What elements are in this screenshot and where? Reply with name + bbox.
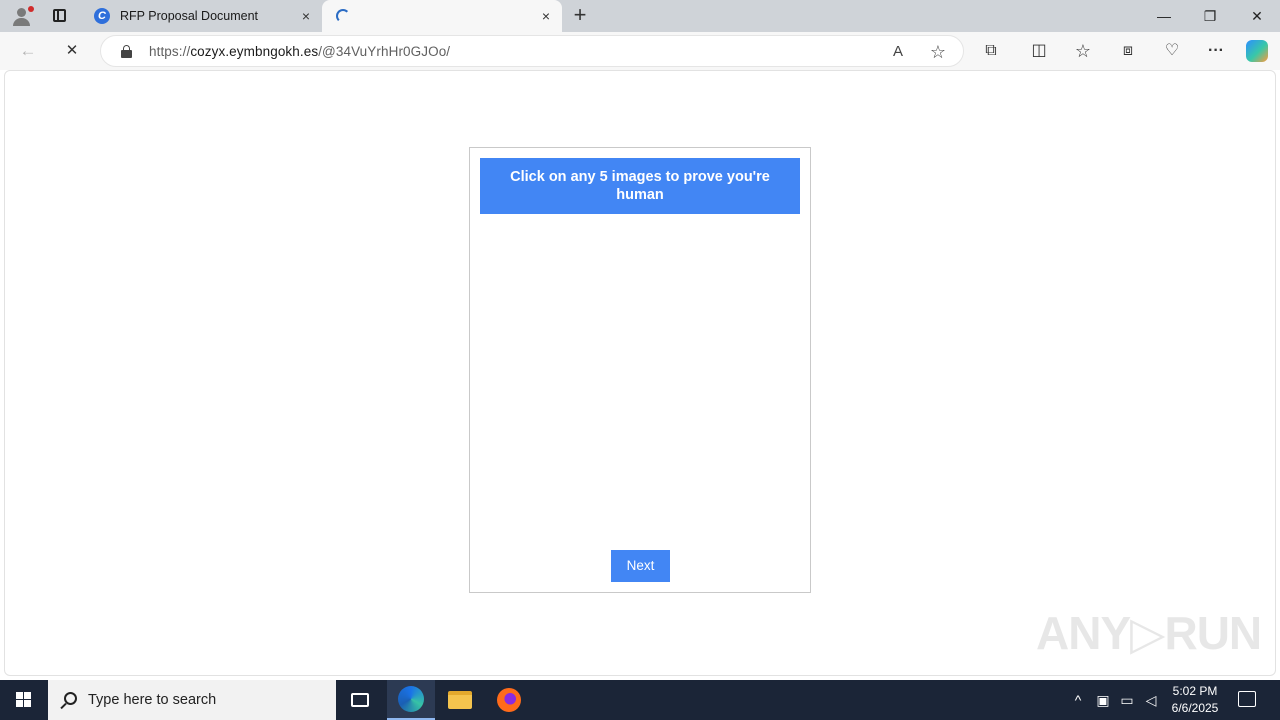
search-input[interactable]: Type here to search [88, 692, 216, 708]
task-view-icon [351, 693, 369, 707]
site-favicon-icon: C [94, 8, 110, 24]
restore-button[interactable]: ❐ [1196, 4, 1224, 28]
folder-icon [448, 691, 472, 709]
anyrun-watermark: ANY▷RUN [1036, 607, 1262, 659]
tab-actions-icon[interactable] [48, 6, 72, 26]
lock-icon[interactable] [121, 45, 132, 58]
search-icon [64, 692, 77, 705]
extensions-icon[interactable]: ⧉ [978, 40, 1004, 62]
task-view-button[interactable] [336, 680, 384, 720]
firefox-button[interactable] [485, 680, 533, 720]
file-explorer-button[interactable] [436, 680, 484, 720]
browser-toolbar: ← ✕ https://cozyx.eymbngokh.es/@34VuYrhH… [0, 32, 1280, 70]
copilot-icon[interactable] [1246, 40, 1268, 62]
meet-now-icon[interactable]: ▣ [1094, 690, 1112, 710]
loading-spinner-icon [336, 9, 350, 23]
edge-taskbar-button[interactable] [387, 680, 435, 720]
stop-loading-button[interactable]: ✕ [58, 38, 86, 64]
read-aloud-icon[interactable]: A [887, 42, 909, 62]
clock[interactable]: 5:02 PM 6/6/2025 [1166, 683, 1224, 717]
address-bar[interactable]: https://cozyx.eymbngokh.es/@34VuYrhHr0GJ… [100, 35, 964, 67]
edge-icon [398, 686, 424, 712]
tab-loading[interactable]: × [322, 0, 562, 32]
firefox-icon [497, 688, 521, 712]
url-text[interactable]: https://cozyx.eymbngokh.es/@34VuYrhHr0GJ… [149, 44, 450, 59]
profile-icon[interactable] [8, 4, 36, 28]
next-button[interactable]: Next [611, 550, 670, 582]
start-button[interactable] [0, 680, 48, 720]
collections-icon[interactable]: ⧈ [1115, 40, 1141, 62]
notification-center-icon[interactable] [1238, 691, 1256, 707]
captcha-panel: Click on any 5 images to prove you're hu… [469, 147, 811, 593]
taskbar: Type here to search ^ ▣ ▭ ◁ 5:02 PM 6/6/… [0, 680, 1280, 720]
tab-close-icon[interactable]: × [298, 8, 314, 24]
clock-date: 6/6/2025 [1171, 701, 1219, 715]
window-close-button[interactable]: ✕ [1243, 4, 1271, 28]
tab-bar: C RFP Proposal Document × × + — ❐ ✕ [0, 0, 1280, 32]
tab-title: RFP Proposal Document [120, 9, 259, 23]
tab-rfp-proposal[interactable]: C RFP Proposal Document × [84, 0, 322, 32]
new-tab-button[interactable]: + [568, 4, 592, 28]
tab-close-icon[interactable]: × [538, 8, 554, 24]
captcha-heading: Click on any 5 images to prove you're hu… [480, 158, 800, 214]
more-menu-icon[interactable]: ··· [1203, 40, 1229, 62]
browser-essentials-icon[interactable]: ♡ [1159, 40, 1185, 62]
favorites-icon[interactable]: ☆ [1070, 40, 1096, 62]
back-button[interactable]: ← [14, 38, 42, 64]
taskbar-search[interactable]: Type here to search [48, 680, 336, 720]
split-screen-icon[interactable]: ◫ [1026, 40, 1052, 62]
notification-dot [28, 6, 34, 12]
minimize-button[interactable]: — [1150, 4, 1178, 28]
tray-chevron-icon[interactable]: ^ [1070, 690, 1086, 710]
clock-time: 5:02 PM [1172, 684, 1218, 698]
favorite-star-icon[interactable]: ☆ [927, 42, 949, 62]
volume-icon[interactable]: ◁ [1142, 690, 1160, 710]
network-icon[interactable]: ▭ [1118, 690, 1136, 710]
